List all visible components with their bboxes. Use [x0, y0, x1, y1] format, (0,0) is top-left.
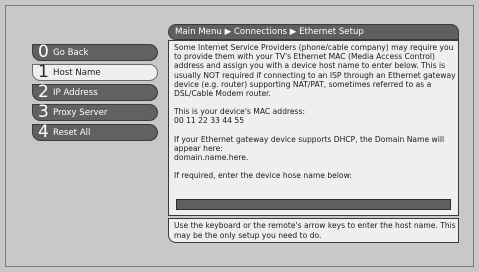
breadcrumb-text: Main Menu ▶ Connections ▶ Ethernet Setup — [175, 27, 364, 37]
host-name-input[interactable] — [176, 199, 451, 210]
menu-item-go-back[interactable]: 0 Go Back — [32, 42, 158, 62]
info-paragraph: Some Internet Service Providers (phone/c… — [174, 43, 456, 99]
menu-item-ip-address[interactable]: 2 IP Address — [32, 82, 158, 102]
mac-address-value: 00 11 22 33 44 55 — [174, 116, 245, 126]
mac-address-label: This is your device's MAC address: — [174, 107, 306, 117]
breadcrumb: Main Menu ▶ Connections ▶ Ethernet Setup — [168, 24, 459, 40]
menu-item-label: Reset All — [53, 128, 91, 138]
info-text: Some Internet Service Providers (phone/c… — [174, 43, 456, 189]
menu-item-label: IP Address — [53, 88, 98, 98]
domain-name-value: domain.name.here. — [174, 153, 249, 163]
domain-block: If your Ethernet gateway device supports… — [174, 135, 456, 163]
menu-item-number: 2 — [38, 82, 49, 102]
menu-item-number: 0 — [38, 42, 49, 62]
menu-item-proxy-server[interactable]: 3 Proxy Server — [32, 102, 158, 122]
menu-item-label: Proxy Server — [53, 108, 108, 118]
menu-item-number: 4 — [38, 122, 49, 142]
menu-item-reset-all[interactable]: 4 Reset All — [32, 122, 158, 142]
dhcp-label: If your Ethernet gateway device supports… — [174, 134, 445, 153]
menu-item-number: 1 — [38, 62, 49, 82]
menu-item-number: 3 — [38, 102, 49, 122]
help-panel: Use the keyboard or the remote's arrow k… — [168, 218, 459, 243]
menu-item-label: Host Name — [53, 68, 101, 78]
host-name-prompt: If required, enter the device hose name … — [174, 171, 352, 181]
info-panel: Some Internet Service Providers (phone/c… — [168, 40, 459, 216]
menu-item-label: Go Back — [53, 48, 89, 58]
mac-address-block: This is your device's MAC address: 00 11… — [174, 107, 456, 125]
help-text: Use the keyboard or the remote's arrow k… — [174, 221, 456, 240]
menu-item-host-name[interactable]: 1 Host Name — [32, 62, 158, 82]
